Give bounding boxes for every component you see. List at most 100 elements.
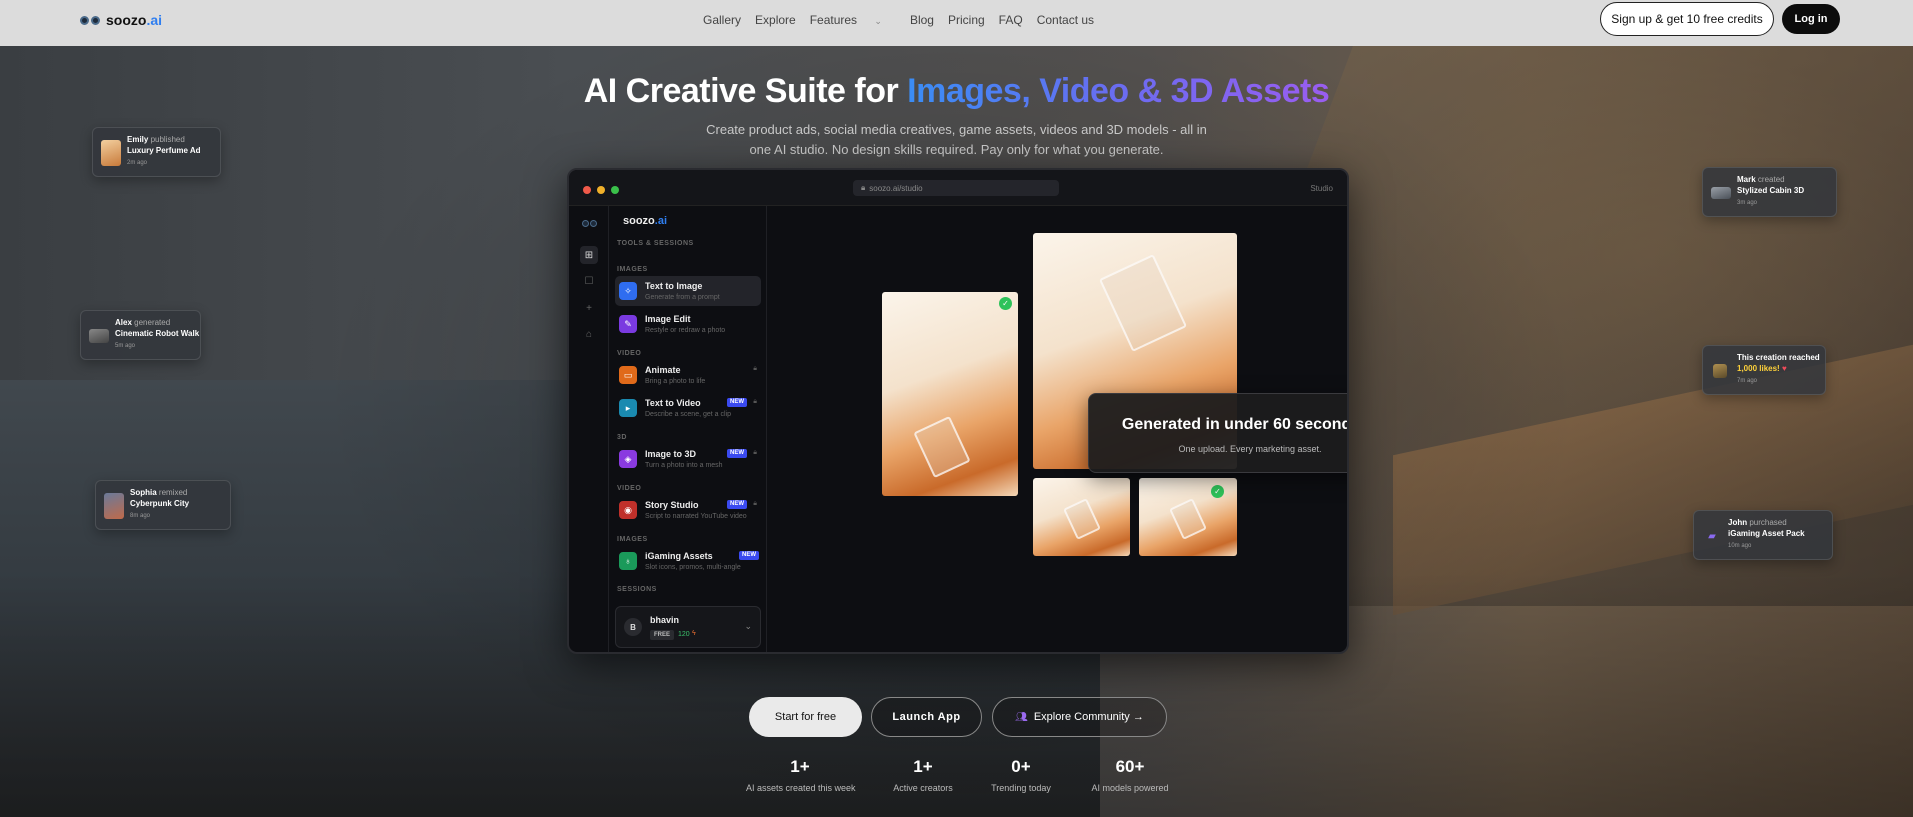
new-session-icon[interactable]: ⊞ bbox=[580, 246, 598, 264]
lock-icon[interactable]: ⌂ bbox=[580, 325, 598, 343]
tool-title: Image Edit bbox=[645, 314, 691, 324]
perfume-bottle-shape bbox=[1169, 498, 1207, 540]
activity-card: Alex generated Cinematic Robot Walk 5m a… bbox=[80, 310, 201, 360]
section-tools-sessions: TOOLS & SESSIONS bbox=[617, 240, 694, 247]
pencil-icon: ✎ bbox=[619, 315, 637, 333]
chevron-down-icon[interactable]: ⌄ bbox=[744, 621, 752, 632]
section-images: IMAGES bbox=[617, 266, 648, 273]
url-bar[interactable]: 🔒︎ soozo.ai/studio bbox=[853, 180, 1059, 196]
tool-image-edit[interactable]: ✎ Image Edit Restyle or redraw a photo bbox=[615, 309, 761, 339]
tools-sidebar: soozo.ai TOOLS & SESSIONS IMAGES ✧ Text … bbox=[609, 206, 767, 652]
perfume-bottle-shape bbox=[1098, 254, 1188, 352]
sidebar-logo-text: soozo bbox=[623, 215, 655, 227]
url-text: soozo.ai/studio bbox=[869, 183, 923, 193]
activity-card: ▰ John purchased iGaming Asset Pack 10m … bbox=[1693, 510, 1833, 560]
nav-link-features[interactable]: Features ⌄ bbox=[810, 13, 896, 27]
stat-trending: 0+ Trending today bbox=[979, 757, 1063, 793]
nav-link-contact[interactable]: Contact us bbox=[1037, 13, 1094, 27]
user-account-card[interactable]: B bhavin FREE 120 ϟ ⌄ bbox=[615, 606, 761, 648]
activity-user: Sophia bbox=[130, 488, 157, 497]
activity-time: 2m ago bbox=[127, 160, 148, 166]
avatar: B bbox=[624, 618, 642, 636]
generated-image-1[interactable] bbox=[882, 292, 1018, 496]
explore-community-label: Explore Community → bbox=[1033, 711, 1144, 723]
robot-avatar-icon[interactable] bbox=[580, 214, 598, 232]
tool-text-to-video[interactable]: ▸ Text to Video Describe a scene, get a … bbox=[615, 393, 761, 423]
window-titlebar: 🔒︎ soozo.ai/studio Studio bbox=[569, 170, 1347, 206]
explore-community-button[interactable]: 👥︎ Explore Community → bbox=[992, 697, 1167, 737]
sidebar-logo-suffix: .ai bbox=[654, 215, 668, 227]
login-button[interactable]: Log in bbox=[1782, 4, 1840, 34]
stat-value: 1+ bbox=[913, 757, 933, 776]
site-logo[interactable]: soozo.ai bbox=[80, 12, 162, 28]
tool-subtitle: Turn a photo into a mesh bbox=[645, 462, 723, 469]
tool-animate[interactable]: ▭ Animate Bring a photo to life 🔒︎ bbox=[615, 360, 761, 390]
stat-value: 60+ bbox=[1115, 757, 1145, 776]
tool-story-studio[interactable]: ◉ Story Studio Script to narrated YouTub… bbox=[615, 495, 761, 525]
signup-button[interactable]: Sign up & get 10 free credits bbox=[1600, 2, 1774, 36]
plus-icon[interactable]: + bbox=[580, 299, 598, 317]
new-badge: NEW bbox=[727, 500, 747, 509]
activity-line: Mark created bbox=[1737, 175, 1785, 184]
nav-link-explore[interactable]: Explore bbox=[755, 13, 796, 27]
stat-value: 1+ bbox=[790, 757, 810, 776]
tool-igaming-assets[interactable]: ♁ iGaming Assets Slot icons, promos, mul… bbox=[615, 546, 761, 576]
tool-subtitle: Script to narrated YouTube video bbox=[645, 513, 747, 520]
stat-models: 60+ AI models powered bbox=[1085, 757, 1175, 793]
stat-label: Trending today bbox=[991, 783, 1051, 793]
user-name: bhavin bbox=[650, 615, 680, 625]
gamepad-icon: ▰ bbox=[1708, 530, 1716, 542]
nav-link-blog[interactable]: Blog bbox=[910, 13, 934, 27]
activity-line: This creation reached bbox=[1737, 353, 1820, 362]
nav-link-faq[interactable]: FAQ bbox=[999, 13, 1023, 27]
activity-verb: published bbox=[150, 135, 185, 144]
activity-item: Cinematic Robot Walk bbox=[115, 329, 200, 338]
activity-card: Emily published Luxury Perfume Ad 2m ago bbox=[92, 127, 221, 177]
sparkle-icon: ✧ bbox=[619, 282, 637, 300]
top-nav: soozo.ai Gallery Explore Features ⌄ Blog… bbox=[0, 0, 1913, 46]
activity-user: Emily bbox=[127, 135, 149, 144]
tool-text-to-image[interactable]: ✧ Text to Image Generate from a prompt bbox=[615, 276, 761, 306]
launch-app-button[interactable]: Launch App bbox=[871, 697, 982, 737]
nav-features-label: Features bbox=[809, 13, 858, 27]
activity-item: Luxury Perfume Ad bbox=[127, 146, 201, 155]
nav-link-pricing[interactable]: Pricing bbox=[948, 13, 985, 27]
lock-icon: 🔒︎ bbox=[753, 449, 757, 456]
generated-image-3[interactable] bbox=[1033, 478, 1130, 556]
tool-image-to-3d[interactable]: ◈ Image to 3D Turn a photo into a mesh N… bbox=[615, 444, 761, 474]
gallery-square-icon[interactable]: ☐ bbox=[580, 272, 598, 290]
new-badge: NEW bbox=[739, 551, 759, 560]
app-preview-window: 🔒︎ soozo.ai/studio Studio ⊞ ☐ + ⌂ soozo.a… bbox=[567, 168, 1349, 654]
lock-icon: 🔒︎ bbox=[753, 365, 757, 372]
activity-card: This creation reached 1,000 likes! ♥ 7m … bbox=[1702, 345, 1826, 395]
section-images-2: IMAGES bbox=[617, 536, 648, 543]
nav-link-gallery[interactable]: Gallery bbox=[703, 13, 741, 27]
lock-icon: 🔒︎ bbox=[753, 398, 757, 405]
activity-user: John bbox=[1728, 518, 1748, 527]
logo-suffix: .ai bbox=[146, 12, 163, 28]
activity-card: Mark created Stylized Cabin 3D 3m ago bbox=[1702, 167, 1837, 217]
stat-label: Active creators bbox=[893, 783, 953, 793]
activity-line: John purchased bbox=[1728, 518, 1787, 527]
logo-eyes-icon bbox=[80, 15, 100, 25]
minimize-dot-icon bbox=[597, 186, 605, 194]
chevron-down-icon: ⌄ bbox=[874, 16, 882, 26]
activity-time: 10m ago bbox=[1728, 543, 1752, 549]
activity-line: Alex generated bbox=[115, 318, 170, 327]
start-free-button[interactable]: Start for free bbox=[749, 697, 862, 737]
lock-icon: 🔒︎ bbox=[861, 183, 866, 192]
activity-time: 3m ago bbox=[1737, 200, 1758, 206]
activity-time: 5m ago bbox=[115, 343, 136, 349]
close-dot-icon bbox=[583, 186, 591, 194]
activity-time: 8m ago bbox=[130, 513, 151, 519]
activity-item: iGaming Asset Pack bbox=[1728, 529, 1805, 538]
maximize-dot-icon bbox=[611, 186, 619, 194]
people-icon: 👥︎ bbox=[1015, 711, 1028, 723]
lock-icon: 🔒︎ bbox=[753, 500, 757, 507]
activity-user: Alex bbox=[115, 318, 132, 327]
thumbnail bbox=[89, 329, 109, 343]
toast-headline-text: Generated in under 60 seconds bbox=[1121, 416, 1349, 433]
tool-title: Story Studio bbox=[645, 500, 699, 510]
activity-line: Emily published bbox=[127, 135, 185, 144]
perfume-bottle-shape bbox=[1063, 498, 1101, 540]
